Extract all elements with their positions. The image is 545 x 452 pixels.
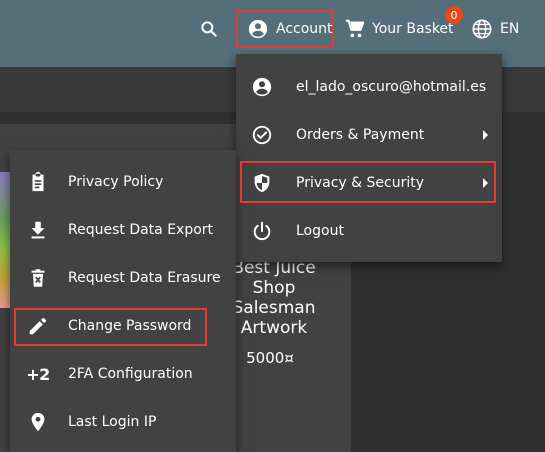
submenu-arrow-icon — [483, 178, 488, 188]
language-button[interactable]: EN — [470, 10, 532, 48]
account-menu-privacy-label: Privacy & Security — [296, 175, 424, 191]
account-circle-icon — [246, 17, 270, 41]
privacy-security-menu: Privacy Policy Request Data Export Reque… — [10, 150, 236, 452]
account-menu-item-logout[interactable]: Logout — [236, 207, 502, 255]
privacy-menu-change-password-label: Change Password — [68, 318, 192, 334]
privacy-menu-item-export[interactable]: Request Data Export — [10, 206, 236, 254]
privacy-menu-item-change-password[interactable]: Change Password — [10, 302, 236, 350]
location-pin-icon — [26, 410, 50, 434]
download-icon — [26, 218, 50, 242]
search-button[interactable] — [196, 10, 222, 48]
privacy-menu-item-policy[interactable]: Privacy Policy — [10, 158, 236, 206]
plus-two-icon: +2 — [26, 364, 50, 384]
account-circle-icon — [250, 75, 274, 99]
basket-count-badge: 0 — [445, 6, 463, 24]
submenu-arrow-icon — [483, 130, 488, 140]
privacy-menu-last-login-label: Last Login IP — [68, 414, 157, 430]
privacy-menu-export-label: Request Data Export — [68, 222, 214, 238]
language-label: EN — [500, 21, 520, 37]
shopping-cart-icon — [343, 17, 367, 41]
privacy-menu-erasure-label: Request Data Erasure — [68, 270, 221, 286]
account-menu-item-email[interactable]: el_lado_oscuro@hotmail.es — [236, 63, 502, 111]
account-label: Account — [276, 21, 333, 37]
account-menu-logout-label: Logout — [296, 223, 344, 239]
basket-button[interactable]: Your Basket — [343, 10, 458, 48]
clipboard-icon — [26, 170, 50, 194]
account-button[interactable]: Account — [236, 10, 334, 48]
product-image — [0, 172, 10, 308]
account-menu-item-privacy[interactable]: Privacy & Security — [236, 159, 502, 207]
delete-icon — [26, 266, 50, 290]
globe-icon — [470, 17, 494, 41]
security-shield-icon — [250, 171, 274, 195]
check-circle-icon — [250, 123, 274, 147]
account-menu-item-orders[interactable]: Orders & Payment — [236, 111, 502, 159]
privacy-menu-item-2fa[interactable]: +2 2FA Configuration — [10, 350, 236, 398]
basket-label: Your Basket — [372, 21, 454, 37]
privacy-menu-2fa-label: 2FA Configuration — [68, 366, 193, 382]
account-menu: el_lado_oscuro@hotmail.es Orders & Payme… — [236, 54, 502, 262]
product-title: Best Juice Shop Salesman Artwork — [232, 258, 316, 338]
privacy-menu-policy-label: Privacy Policy — [68, 174, 164, 190]
search-icon — [197, 17, 221, 41]
account-menu-orders-label: Orders & Payment — [296, 127, 425, 143]
product-price: 5000¤ — [246, 349, 294, 367]
privacy-menu-item-erasure[interactable]: Request Data Erasure — [10, 254, 236, 302]
power-icon — [250, 219, 274, 243]
privacy-menu-item-last-login-ip[interactable]: Last Login IP — [10, 398, 236, 446]
pencil-icon — [26, 314, 50, 338]
account-menu-email-label: el_lado_oscuro@hotmail.es — [296, 79, 487, 95]
